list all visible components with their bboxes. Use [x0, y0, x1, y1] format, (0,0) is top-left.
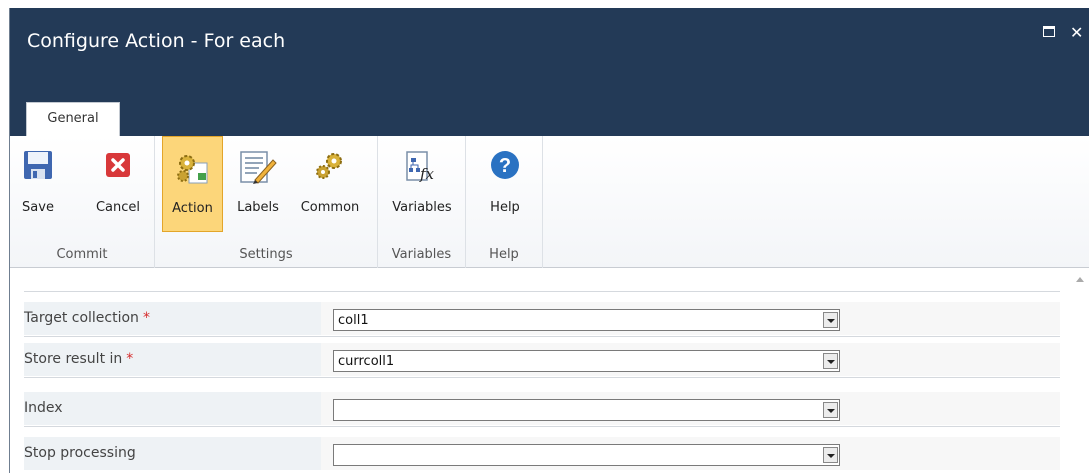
close-icon[interactable]: ✕	[1070, 25, 1083, 41]
field-cell	[321, 392, 1060, 425]
labels-button[interactable]: Labels	[229, 136, 287, 232]
stop-processing-select[interactable]	[333, 444, 840, 466]
variables-label: Variables	[392, 200, 452, 215]
field-label-text: Index	[24, 400, 63, 416]
maximize-icon[interactable]	[1043, 26, 1055, 37]
field-cell	[321, 437, 1060, 470]
field-row-store-result: Store result in * currcoll1	[24, 343, 1060, 377]
field-label-text: Stop processing	[24, 445, 136, 461]
field-row-stop-processing: Stop processing	[24, 437, 1060, 471]
common-button[interactable]: Common	[290, 136, 370, 232]
field-label-text: Store result in	[24, 351, 123, 367]
action-button[interactable]: Action	[162, 136, 223, 232]
help-button[interactable]: ? Help	[482, 136, 528, 232]
required-marker: *	[142, 310, 150, 326]
group-label-settings: Settings	[239, 247, 293, 262]
group-label-commit: Commit	[56, 247, 108, 262]
variables-button[interactable]: fx Variables	[382, 136, 462, 232]
dropdown-arrow-icon[interactable]	[823, 312, 838, 328]
divider	[24, 336, 1060, 337]
cancel-button[interactable]: Cancel	[90, 136, 146, 232]
divider	[24, 291, 1060, 292]
action-gears-icon	[177, 155, 208, 184]
field-label: Store result in *	[24, 343, 321, 376]
field-row-target-collection: Target collection * coll1	[24, 302, 1060, 336]
select-value: currcoll1	[338, 354, 395, 369]
field-row-index: Index	[24, 392, 1060, 426]
common-label: Common	[300, 200, 360, 215]
scroll-up-icon[interactable]	[1076, 277, 1084, 282]
form-content: Target collection * coll1 Store result in…	[10, 269, 1089, 473]
variables-fx-icon: fx	[406, 151, 435, 183]
dropdown-arrow-icon[interactable]	[823, 447, 838, 463]
svg-text:fx: fx	[419, 165, 435, 183]
dropdown-arrow-icon[interactable]	[823, 353, 838, 369]
target-collection-select[interactable]: coll1	[333, 309, 840, 331]
store-result-select[interactable]: currcoll1	[333, 350, 840, 372]
ribbon-group-settings: Action Labels Common Settings	[155, 136, 378, 268]
ribbon-group-variables: fx Variables Variables	[378, 136, 466, 268]
labels-icon	[240, 151, 277, 184]
save-button[interactable]: Save	[16, 136, 60, 232]
save-icon	[24, 151, 52, 179]
dialog-titlebar: Configure Action - For each ✕	[10, 8, 1089, 102]
field-cell: coll1	[321, 302, 1060, 335]
divider	[24, 426, 1060, 427]
ribbon: Save Cancel Commit Action Labels Common …	[10, 136, 1089, 268]
background-strip	[0, 0, 1089, 8]
tab-strip: General	[10, 102, 1089, 136]
field-label-text: Target collection	[24, 310, 139, 326]
labels-label: Labels	[237, 200, 279, 215]
group-label-help: Help	[489, 247, 519, 262]
divider	[24, 377, 1060, 378]
group-label-variables: Variables	[391, 247, 452, 262]
svg-text:?: ?	[499, 155, 511, 177]
index-select[interactable]	[333, 399, 840, 421]
configure-action-dialog: Configure Action - For each ✕ General Sa…	[9, 8, 1089, 473]
common-gears-icon	[316, 153, 342, 179]
ribbon-group-commit: Save Cancel Commit	[10, 136, 155, 268]
field-label: Target collection *	[24, 302, 321, 335]
field-label: Stop processing	[24, 437, 321, 470]
save-label: Save	[22, 200, 54, 215]
dialog-title: Configure Action - For each	[27, 30, 286, 52]
tab-general[interactable]: General	[26, 102, 120, 136]
ribbon-group-help: ? Help Help	[466, 136, 543, 268]
required-marker: *	[126, 351, 134, 367]
cancel-icon	[106, 153, 130, 177]
field-cell: currcoll1	[321, 343, 1060, 376]
help-label: Help	[490, 200, 520, 215]
cancel-label: Cancel	[95, 200, 141, 215]
help-icon: ?	[491, 151, 519, 179]
field-label: Index	[24, 392, 321, 425]
action-label: Action	[172, 201, 213, 216]
select-value: coll1	[338, 313, 369, 328]
dropdown-arrow-icon[interactable]	[823, 402, 838, 418]
